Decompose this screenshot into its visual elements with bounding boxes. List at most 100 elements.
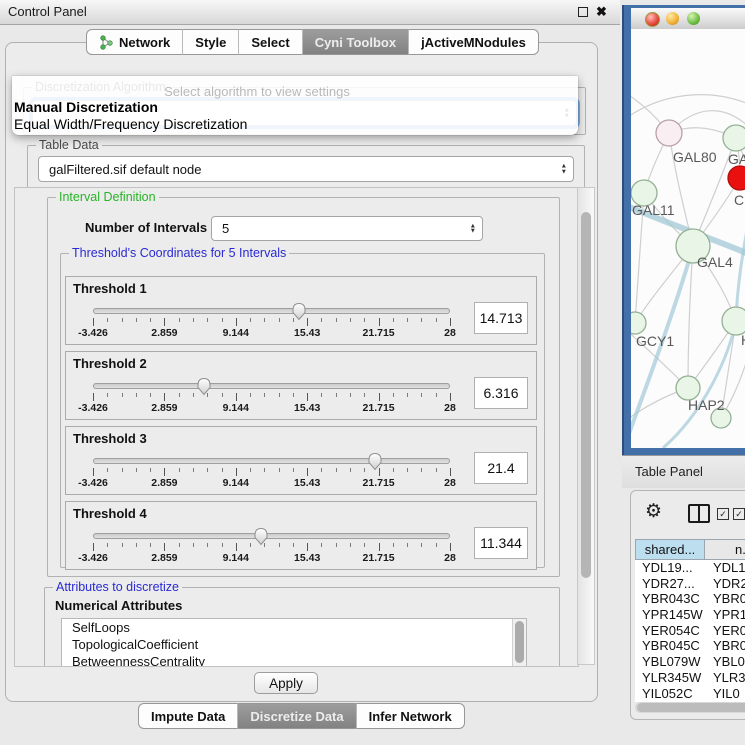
close-icon[interactable]: ✖ (596, 4, 607, 20)
thresholds-group: Threshold's Coordinates for 5 Intervals … (60, 253, 545, 568)
apply-button[interactable]: Apply (254, 672, 318, 694)
network-node[interactable] (728, 166, 745, 190)
tab-network[interactable]: Network (86, 29, 183, 55)
table-data-title: Table Data (36, 138, 102, 152)
table-cell: YPR145W (635, 607, 705, 623)
attribute-item[interactable]: TopologicalCoefficient (62, 636, 526, 653)
table-cell: YDR2 (705, 576, 745, 592)
table-cell: YER054C (635, 623, 705, 639)
network-node[interactable] (656, 120, 682, 146)
control-panel-body: Discretization Algorithm Table Data galF… (5, 42, 598, 702)
settings-scroll-viewport: Interval Definition Number of Intervals … (14, 187, 579, 667)
tab-cyni-toolbox[interactable]: Cyni Toolbox (303, 29, 409, 55)
network-node-label: HAP2 (688, 397, 725, 413)
column-header-shared[interactable]: shared... (635, 539, 705, 560)
settings-vertical-scrollbar[interactable] (577, 187, 595, 665)
threshold-label: Threshold 3 (73, 431, 147, 446)
network-edge[interactable] (631, 95, 745, 119)
table-cell: YIL0 (705, 686, 745, 702)
threshold-value-field[interactable]: 21.4 (474, 452, 528, 484)
table-panel-title: Table Panel (635, 464, 703, 479)
network-icon (99, 35, 114, 50)
table-rows: YDL19...YDL1YDR27...YDR2YBR043CYBR0YPR14… (635, 560, 745, 702)
attribute-item[interactable]: SelfLoops (62, 619, 526, 636)
table-row[interactable]: YLR345WYLR3 (635, 670, 745, 686)
checked-box-icon[interactable] (717, 508, 729, 520)
settings-scrollbar-thumb[interactable] (581, 212, 591, 578)
network-node[interactable] (631, 312, 646, 334)
screen: Control Panel ✖ Discretization Algorithm… (0, 0, 745, 745)
table-hscrollbar-thumb[interactable] (637, 703, 745, 712)
threshold-slider-track[interactable] (93, 383, 450, 389)
threshold-panel-4: Threshold 4 -3.4262.8599.14415.4321.7152… (65, 501, 537, 570)
threshold-panel-2: Threshold 2 -3.4262.8599.14415.4321.7152… (65, 351, 537, 420)
slider-ticks (93, 318, 450, 327)
tab-select[interactable]: Select (239, 29, 302, 55)
network-edge[interactable] (736, 209, 745, 321)
tab-style[interactable]: Style (183, 29, 239, 55)
gear-icon[interactable]: ⚙ (645, 500, 662, 523)
table-cell: YIL052C (635, 686, 705, 702)
attributes-scrollbar[interactable] (512, 619, 526, 667)
spinner-arrows-icon (561, 164, 567, 175)
popup-option-equal-width-frequency[interactable]: Equal Width/Frequency Discretization (14, 116, 247, 132)
slider-tick-labels: -3.4262.8599.14415.4321.71528 (93, 402, 450, 415)
table-cell: YDL1 (705, 560, 745, 576)
tab-discretize-data[interactable]: Discretize Data (238, 703, 356, 729)
slider-ticks (93, 468, 450, 477)
close-light[interactable] (645, 12, 660, 27)
control-panel-title: Control Panel (8, 4, 87, 19)
algorithm-dropdown-popup: Select algorithm to view settings Manual… (12, 76, 578, 135)
network-node-label: GAL4 (697, 254, 733, 270)
table-cell: YER0 (705, 623, 745, 639)
table-row[interactable]: YDL19...YDL1 (635, 560, 745, 576)
network-node[interactable] (722, 307, 745, 335)
table-cell: YLR345W (635, 670, 705, 686)
split-columns-icon[interactable] (688, 504, 710, 523)
slider-tick-labels: -3.4262.8599.14415.4321.71528 (93, 477, 450, 490)
table-horizontal-scrollbar[interactable] (635, 702, 745, 713)
threshold-slider-track[interactable] (93, 308, 450, 314)
zoom-light[interactable] (687, 12, 700, 25)
table-row[interactable]: YIL052CYIL0 (635, 686, 745, 702)
table-panel-header: Table Panel (622, 455, 745, 488)
slider-ticks (93, 393, 450, 402)
tab-jactivemnodules[interactable]: jActiveMNodules (409, 29, 539, 55)
table-data-combobox[interactable]: galFiltered.sif default node (38, 156, 574, 182)
tab-impute-data[interactable]: Impute Data (138, 703, 238, 729)
attributes-scrollbar-thumb[interactable] (515, 621, 524, 663)
threshold-slider-track[interactable] (93, 458, 450, 464)
numerical-attributes-list: SelfLoopsTopologicalCoefficientBetweenne… (62, 619, 526, 667)
table-row[interactable]: YBL079WYBL0 (635, 654, 745, 670)
attribute-item[interactable]: BetweennessCentrality (62, 653, 526, 667)
attributes-group: Attributes to discretize Numerical Attri… (44, 587, 560, 667)
network-node-label: GCY1 (636, 333, 674, 349)
table-row[interactable]: YBR043CYBR0 (635, 591, 745, 607)
threshold-slider-track[interactable] (93, 533, 450, 539)
threshold-value-field[interactable]: 11.344 (474, 527, 528, 559)
bottom-tabs: Impute DataDiscretize DataInfer Network (138, 703, 465, 729)
interval-definition-group: Interval Definition Number of Intervals … (47, 197, 560, 577)
table-row[interactable]: YDR27...YDR2 (635, 576, 745, 592)
float-window-icon[interactable] (578, 7, 588, 17)
numerical-attributes-listbox: SelfLoopsTopologicalCoefficientBetweenne… (61, 618, 527, 667)
network-node-label: C (734, 192, 744, 208)
network-node-label: GA (728, 151, 745, 167)
table-row[interactable]: YBR045CYBR0 (635, 638, 745, 654)
table-row[interactable]: YER054CYER0 (635, 623, 745, 639)
network-node[interactable] (723, 125, 745, 151)
tab-infer-network[interactable]: Infer Network (357, 703, 465, 729)
popup-option-manual-discretization[interactable]: Manual Discretization (14, 99, 158, 115)
top-tabs: NetworkStyleSelectCyni ToolboxjActiveMNo… (86, 29, 539, 55)
network-canvas[interactable]: GAL80GACGAL11GAL4GCY1HHAP2 (631, 29, 745, 448)
checked-box-icon[interactable] (733, 508, 745, 520)
threshold-value-field[interactable]: 14.713 (474, 302, 528, 334)
table-row[interactable]: YPR145WYPR1 (635, 607, 745, 623)
network-window-titlebar (631, 8, 745, 30)
column-header-name[interactable]: n... (705, 539, 745, 560)
number-of-intervals-combobox[interactable]: 5 (211, 216, 483, 241)
threshold-value-field[interactable]: 6.316 (474, 377, 528, 409)
table-cell: YBR043C (635, 591, 705, 607)
minimize-light[interactable] (666, 12, 679, 25)
algorithm-dropdown-hint: Select algorithm to view settings (12, 84, 502, 99)
